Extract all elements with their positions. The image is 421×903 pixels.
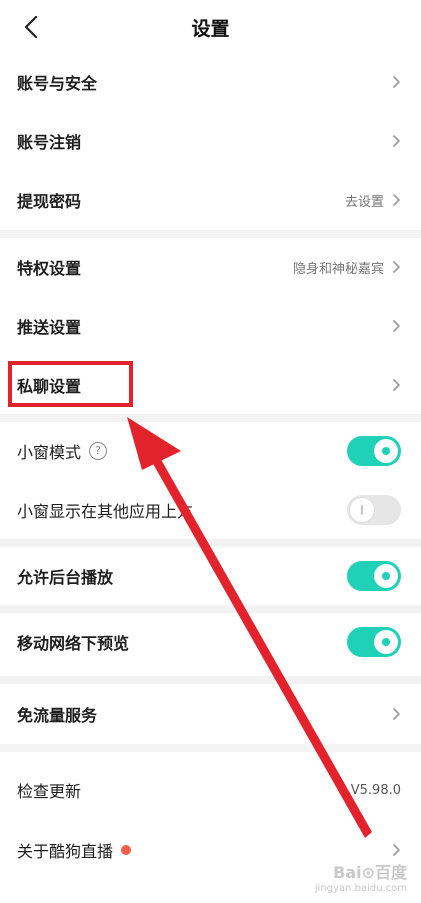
chevron-right-icon — [393, 379, 400, 391]
row-label-wrap: 关于酷狗直播 — [17, 838, 132, 862]
row-label: 推送设置 — [17, 318, 82, 337]
row-free-data-service[interactable]: 免流量服务 — [0, 685, 421, 743]
notification-dot — [121, 845, 132, 855]
row-value: 去设置 — [344, 194, 384, 210]
toggle-knob — [374, 439, 398, 463]
row-label: 免流量服务 — [17, 706, 98, 725]
top-bar: 设置 — [0, 0, 421, 54]
row-mobile-network-preview: 移动网络下预览 — [0, 613, 421, 671]
section-divider — [0, 676, 421, 684]
row-label: 特权设置 — [17, 259, 82, 278]
row-label: 检查更新 — [17, 782, 82, 801]
row-label: 账号注销 — [17, 133, 82, 152]
row-privilege-settings[interactable]: 特权设置 隐身和神秘嘉宾 — [0, 238, 421, 296]
row-label-wrap: 小窗模式 ? — [17, 439, 108, 463]
section-divider — [0, 414, 421, 422]
row-background-play: 允许后台播放 — [0, 547, 421, 605]
annotation-highlight-box — [8, 361, 133, 407]
row-value: 隐身和神秘嘉宾 — [292, 261, 384, 277]
chevron-right-icon — [393, 261, 400, 273]
row-check-update[interactable]: 检查更新 V5.98.0 — [0, 761, 421, 819]
row-label: 小窗显示在其他应用上方 — [17, 502, 194, 521]
page-title: 设置 — [191, 18, 230, 40]
row-label: 关于酷狗直播 — [17, 842, 114, 861]
chevron-right-icon — [393, 194, 400, 206]
watermark-url: jingyan.baidu.com — [314, 883, 407, 894]
row-label: 小窗模式 — [17, 443, 82, 462]
chevron-right-icon — [393, 320, 400, 332]
mini-window-toggle[interactable] — [347, 436, 401, 466]
mobile-preview-toggle[interactable] — [347, 627, 401, 657]
help-icon[interactable]: ? — [89, 442, 108, 460]
row-account-security[interactable]: 账号与安全 — [0, 53, 421, 111]
row-withdraw-password[interactable]: 提现密码 去设置 — [0, 171, 421, 229]
background-play-toggle[interactable] — [347, 561, 401, 591]
chevron-right-icon — [393, 708, 400, 720]
chevron-right-icon — [393, 135, 400, 147]
row-label: 允许后台播放 — [17, 568, 114, 587]
watermark-brand: Bai⊙百度 — [333, 863, 407, 882]
row-mini-window-mode: 小窗模式 ? — [0, 422, 421, 480]
chevron-right-icon — [393, 76, 400, 88]
version-value: V5.98.0 — [350, 782, 401, 798]
row-account-cancel[interactable]: 账号注销 — [0, 112, 421, 170]
section-divider — [0, 605, 421, 613]
row-label: 移动网络下预览 — [17, 634, 130, 653]
section-divider — [0, 539, 421, 547]
row-label: 账号与安全 — [17, 74, 98, 93]
section-divider — [0, 744, 421, 752]
section-divider — [0, 230, 421, 238]
row-label: 提现密码 — [17, 192, 82, 211]
row-mini-window-over-apps: 小窗显示在其他应用上方 — [0, 481, 421, 539]
toggle-knob — [374, 630, 398, 654]
toggle-knob — [350, 498, 374, 522]
row-push-settings[interactable]: 推送设置 — [0, 297, 421, 355]
chevron-right-icon — [393, 844, 400, 856]
toggle-knob — [374, 564, 398, 588]
watermark: Bai⊙百度 jingyan.baidu.com — [315, 865, 407, 897]
mini-window-over-apps-toggle[interactable] — [347, 495, 401, 525]
